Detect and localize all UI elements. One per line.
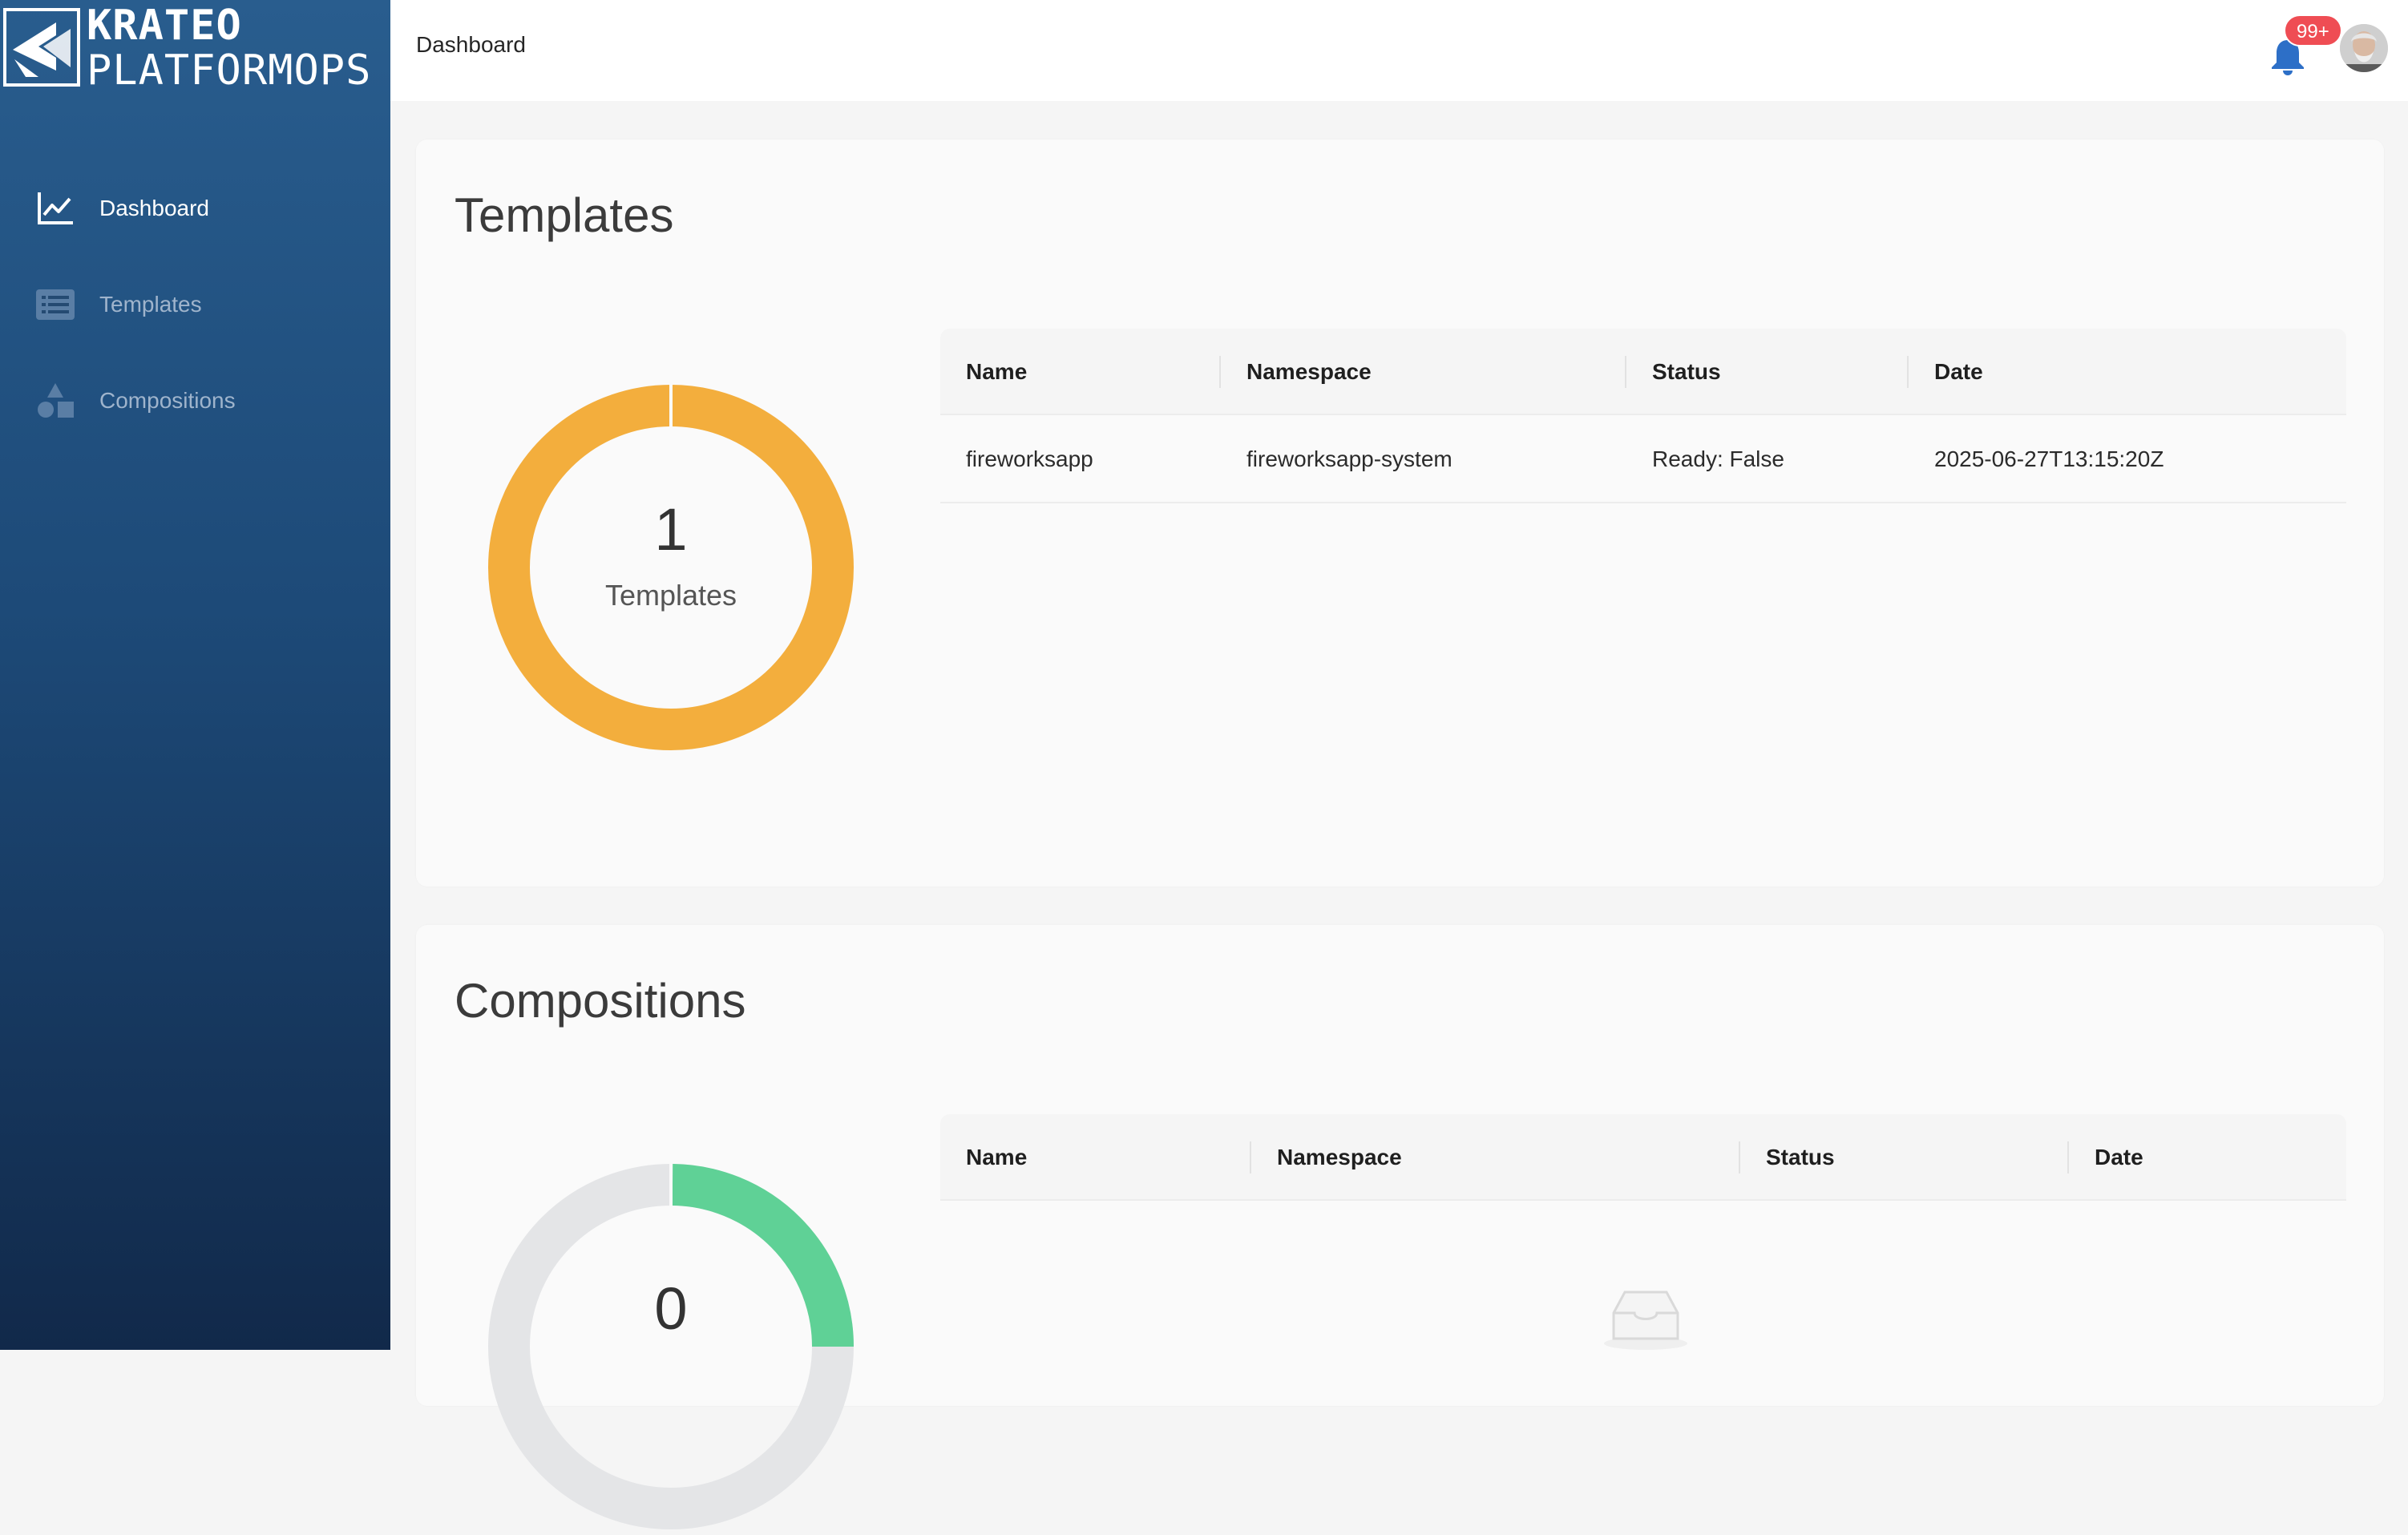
compositions-table: Name Namespace Status Date bbox=[940, 1114, 2346, 1350]
sidebar-nav: Dashboard Templates Compositions bbox=[0, 160, 390, 449]
brand-line-1: KRATEO bbox=[87, 2, 242, 50]
column-divider bbox=[1250, 1141, 1251, 1173]
compositions-card: Compositions 0 Name Namespace Status Dat… bbox=[416, 925, 2384, 1529]
table-row[interactable]: fireworksapp fireworksapp-system Ready: … bbox=[940, 415, 2346, 503]
table-header: Name Namespace Status Date bbox=[940, 329, 2346, 415]
templates-card: Templates 1 Templates Name Namespace Sta… bbox=[416, 139, 2384, 887]
column-header-status[interactable]: Status bbox=[1652, 329, 1721, 415]
cell-name: fireworksapp bbox=[966, 446, 1093, 471]
templates-donut-chart: 1 Templates bbox=[487, 383, 855, 752]
column-divider bbox=[1625, 356, 1626, 388]
brand-line-2: PLATFORMOPS bbox=[87, 46, 372, 95]
brand-name: KRATEO PLATFORMOPS bbox=[87, 3, 371, 93]
sidebar-item-label: Dashboard bbox=[99, 196, 209, 220]
shapes-icon bbox=[35, 381, 75, 421]
donut-ring bbox=[488, 385, 854, 750]
column-header-status[interactable]: Status bbox=[1766, 1114, 1835, 1201]
donut-count: 0 bbox=[654, 1275, 688, 1342]
cell-status: Ready: False bbox=[1652, 446, 1784, 471]
krateo-logo-icon bbox=[3, 8, 80, 87]
sidebar-item-label: Templates bbox=[99, 292, 202, 317]
column-header-date[interactable]: Date bbox=[2095, 1114, 2143, 1201]
column-divider bbox=[1739, 1141, 1740, 1173]
column-header-namespace[interactable]: Namespace bbox=[1246, 329, 1372, 415]
column-header-namespace[interactable]: Namespace bbox=[1277, 1114, 1402, 1201]
donut-count: 1 bbox=[654, 496, 688, 563]
notification-badge: 99+ bbox=[2284, 14, 2342, 46]
sidebar-item-label: Compositions bbox=[99, 388, 236, 413]
line-chart-icon bbox=[35, 188, 75, 228]
column-header-name[interactable]: Name bbox=[966, 329, 1027, 415]
cell-date: 2025-06-27T13:15:20Z bbox=[1934, 446, 2164, 471]
card-title: Compositions bbox=[455, 974, 746, 1028]
card-title: Templates bbox=[455, 188, 674, 242]
column-divider bbox=[2067, 1141, 2069, 1173]
column-header-date[interactable]: Date bbox=[1934, 329, 1983, 415]
avatar[interactable] bbox=[2340, 24, 2388, 72]
empty-inbox-icon bbox=[1598, 1281, 1694, 1353]
sidebar-item-templates[interactable]: Templates bbox=[0, 257, 390, 353]
compositions-donut-chart: 0 bbox=[487, 1162, 855, 1531]
cell-namespace: fireworksapp-system bbox=[1246, 446, 1452, 471]
table-header: Name Namespace Status Date bbox=[940, 1114, 2346, 1201]
brand-logo[interactable]: KRATEO PLATFORMOPS bbox=[0, 0, 390, 96]
list-icon bbox=[35, 285, 75, 325]
column-header-name[interactable]: Name bbox=[966, 1114, 1027, 1201]
sidebar: KRATEO PLATFORMOPS Dashboard Templates C… bbox=[0, 0, 390, 1350]
breadcrumb: Dashboard bbox=[416, 32, 526, 57]
top-header: Dashboard 99+ bbox=[390, 0, 2408, 101]
column-divider bbox=[1219, 356, 1221, 388]
sidebar-item-dashboard[interactable]: Dashboard bbox=[0, 160, 390, 257]
column-divider bbox=[1907, 356, 1909, 388]
sidebar-item-compositions[interactable]: Compositions bbox=[0, 353, 390, 449]
templates-table: Name Namespace Status Date fireworksapp … bbox=[940, 329, 2346, 503]
donut-label: Templates bbox=[604, 579, 737, 612]
